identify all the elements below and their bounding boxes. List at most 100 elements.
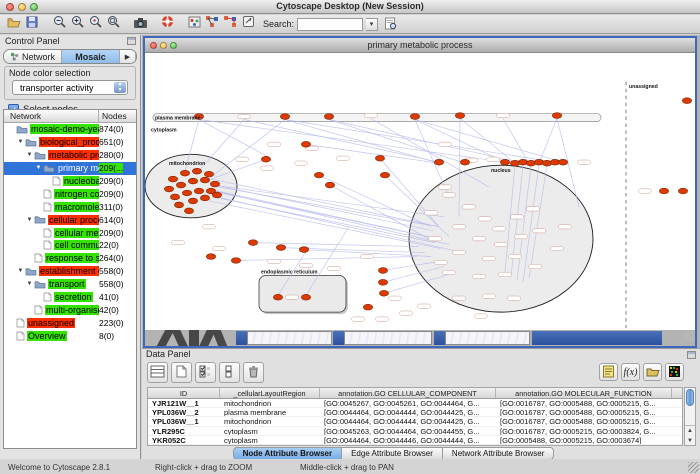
network-node[interactable]	[174, 202, 183, 208]
zoom-window-button[interactable]	[30, 3, 38, 11]
delete-attribute-button[interactable]	[243, 362, 264, 383]
tree-row-cellular-metabo[interactable]: cellular metabo209(0)	[4, 226, 136, 239]
network-canvas[interactable]: plasma membranenucleusmitochondrionendop…	[145, 54, 695, 330]
table-cell[interactable]: cytoplasm	[220, 427, 320, 435]
node-label-pill[interactable]	[509, 254, 522, 258]
frame-close-button[interactable]	[150, 42, 157, 49]
node-label-pill[interactable]	[203, 225, 216, 229]
select-attributes-button[interactable]	[147, 362, 168, 383]
network-edge[interactable]	[285, 120, 555, 163]
create-attribute-button[interactable]	[171, 362, 192, 383]
float-data-panel-icon[interactable]	[687, 351, 696, 359]
table-cell[interactable]: YPL036W__1	[148, 417, 220, 425]
network-node[interactable]	[301, 141, 310, 147]
zoom-out-button[interactable]	[50, 16, 68, 33]
node-label-pill[interactable]	[495, 242, 508, 246]
node-label-pill[interactable]	[443, 270, 456, 274]
table-row[interactable]: YDR039C__1mitochondrion[GO:0044464, GO:0…	[148, 445, 682, 446]
tree-row-cellular-process[interactable]: ▼cellular process614(0)	[4, 213, 136, 226]
zoom-selected-button[interactable]	[86, 16, 104, 33]
tree-row-metabolic-process[interactable]: ▼metabolic process280(0)	[4, 149, 136, 162]
tree-row-mosaic-demo-yeast[interactable]: mosaic-demo-yeast874(0)	[4, 123, 136, 136]
table-cell[interactable]: [GO:0005488, GO:0005215, GO:0003674]	[496, 436, 672, 444]
network-node[interactable]	[434, 159, 443, 165]
node-label-pill[interactable]	[352, 317, 365, 321]
network-edge[interactable]	[199, 120, 505, 163]
minimize-window-button[interactable]	[18, 3, 26, 11]
node-label-pill[interactable]	[508, 296, 521, 300]
node-label-pill[interactable]	[425, 211, 438, 215]
scrollbar-arrows[interactable]: ▲▼	[685, 425, 695, 445]
column-header[interactable]: annotation.GO CELLULAR_COMPONENT	[320, 388, 496, 398]
node-label-pill[interactable]	[268, 142, 281, 146]
window-resize-grip[interactable]	[688, 462, 699, 473]
table-cell[interactable]: mitochondrion	[220, 417, 320, 425]
node-label-pill[interactable]	[443, 193, 456, 197]
network-node[interactable]	[455, 113, 464, 119]
network-edge[interactable]	[199, 120, 269, 158]
network-edge[interactable]	[213, 185, 444, 217]
network-edge[interactable]	[217, 191, 429, 237]
column-header[interactable]: _cellularLayoutRegion	[220, 388, 320, 398]
network-node[interactable]	[204, 171, 213, 177]
node-label-pill[interactable]	[236, 157, 249, 161]
node-label-pill[interactable]	[286, 295, 299, 299]
network-edge[interactable]	[211, 179, 439, 227]
node-label-pill[interactable]	[473, 236, 486, 240]
network-node[interactable]	[552, 113, 561, 119]
network-edge[interactable]	[219, 187, 427, 225]
network-node[interactable]	[280, 114, 289, 120]
table-cell[interactable]: YJR121W__1	[148, 399, 220, 407]
network-node[interactable]	[379, 290, 388, 296]
node-label-pill[interactable]	[295, 161, 308, 165]
network-node[interactable]	[324, 114, 333, 120]
background-window[interactable]	[247, 331, 332, 345]
network-node[interactable]	[276, 245, 285, 251]
table-cell[interactable]: mitochondrion	[220, 445, 320, 446]
tree-row-unassigned[interactable]: unassigned223(0)	[4, 316, 136, 329]
network-node[interactable]	[231, 258, 240, 264]
search-input[interactable]	[297, 18, 363, 31]
node-label-pill[interactable]	[389, 296, 402, 300]
node-label-pill[interactable]	[435, 260, 448, 264]
network-node[interactable]	[518, 159, 527, 165]
network-node[interactable]	[210, 181, 219, 187]
zoom-fit-button[interactable]	[104, 16, 122, 33]
table-row[interactable]: YPL036W__2plasma membrane[GO:0044464, GO…	[148, 408, 682, 417]
search-dropdown-button[interactable]: ▾	[366, 18, 378, 31]
table-cell[interactable]: YKR052C	[148, 436, 220, 444]
column-header[interactable]: annotation.GO MOLECULAR_FUNCTION	[496, 388, 672, 398]
table-row[interactable]: YLR295Ccytoplasm[GO:0045263, GO:0044464,…	[148, 427, 682, 436]
network-edge[interactable]	[329, 120, 465, 164]
node-label-pill[interactable]	[238, 114, 251, 118]
tree-row-primary-metabo[interactable]: ▼primary metabo209(...	[4, 162, 136, 175]
tree-row-nitrogen-compo[interactable]: nitrogen compo209(0)	[4, 187, 136, 200]
network-edge[interactable]	[329, 120, 523, 164]
network-node[interactable]	[534, 159, 543, 165]
network-node[interactable]	[510, 160, 519, 166]
network-node[interactable]	[184, 208, 193, 214]
table-cell[interactable]: cytoplasm	[220, 436, 320, 444]
tree-row-overview[interactable]: Overview8(0)	[4, 329, 136, 342]
close-window-button[interactable]	[6, 3, 14, 11]
network-edge[interactable]	[539, 119, 557, 164]
table-row[interactable]: YPL036W__1mitochondrion[GO:0044464, GO:0…	[148, 417, 682, 426]
expand-arrow-icon[interactable]: ▼	[34, 165, 43, 171]
tree-row-establishment-of-lo[interactable]: ▼establishment of lo558(0)	[4, 265, 136, 278]
node-label-pill[interactable]	[365, 113, 378, 117]
expand-arrow-icon[interactable]: ▼	[25, 152, 34, 158]
edit-edges-button[interactable]	[221, 16, 239, 33]
network-node[interactable]	[558, 159, 567, 165]
network-node[interactable]	[460, 159, 469, 165]
node-label-pill[interactable]	[497, 113, 510, 117]
open-button[interactable]	[5, 16, 23, 33]
tree-row-multi-organism-pr[interactable]: multi-organism pr42(0)	[4, 303, 136, 316]
select-all-attributes-button[interactable]	[195, 362, 216, 383]
network-node[interactable]	[363, 304, 372, 310]
network-node[interactable]	[188, 198, 197, 204]
table-cell[interactable]: [GO:0044464, GO:0044446, GO:0044444, G..…	[320, 436, 496, 444]
import-attributes-button[interactable]	[643, 363, 662, 381]
attribute-notes-button[interactable]	[599, 363, 618, 381]
node-label-pill[interactable]	[328, 266, 341, 270]
node-label-pill[interactable]	[493, 227, 506, 231]
